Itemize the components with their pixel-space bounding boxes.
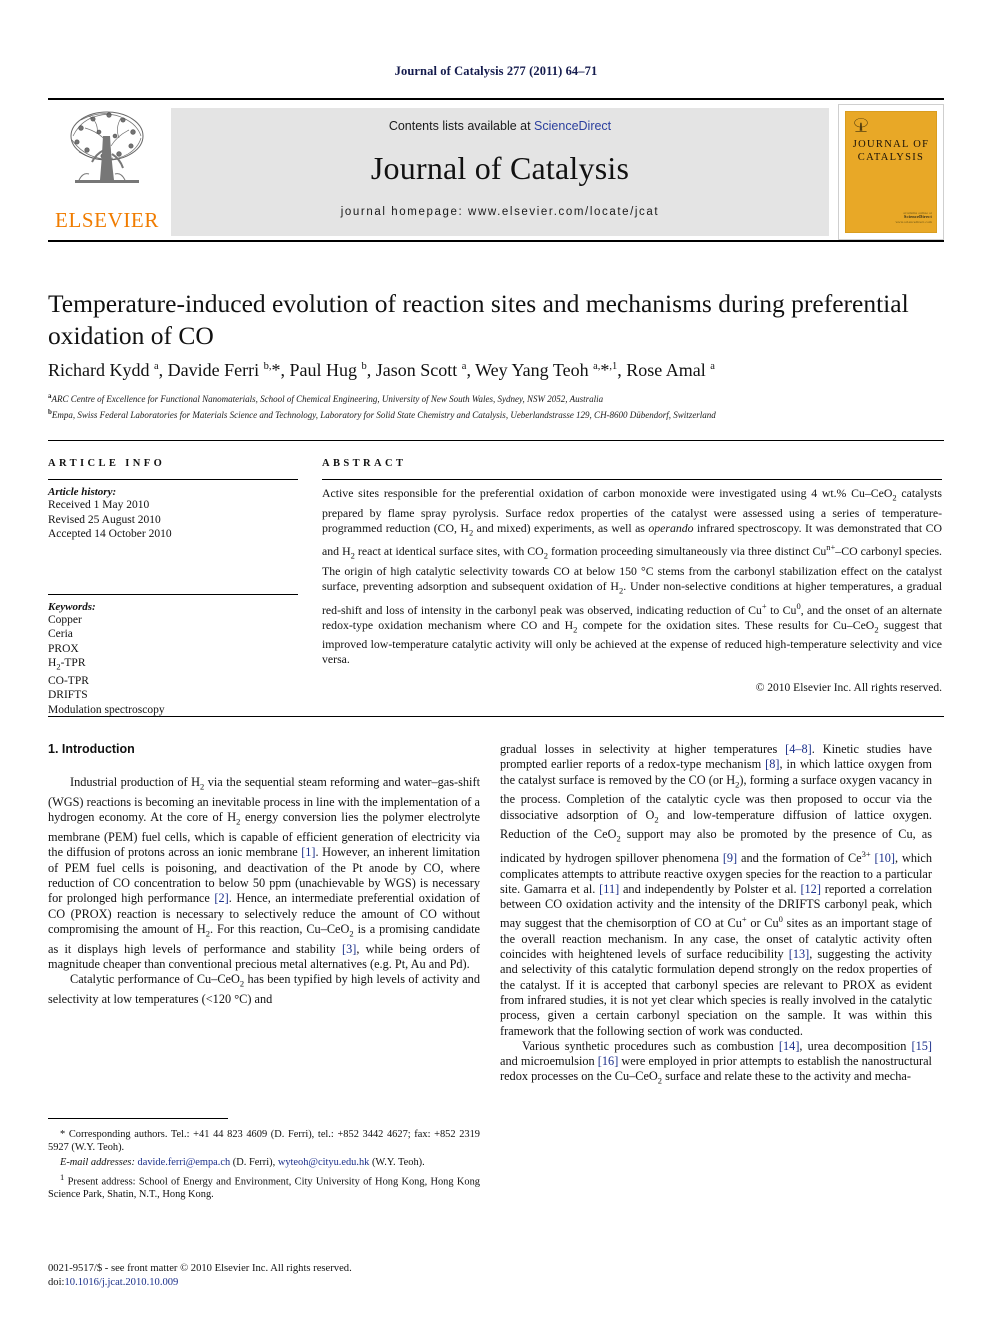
keyword-item: DRIFTS bbox=[48, 689, 88, 702]
author-list: Richard Kydd a, Davide Ferri b,*, Paul H… bbox=[48, 360, 715, 380]
footnote-separator bbox=[48, 1118, 228, 1119]
journal-title: Journal of Catalysis bbox=[370, 150, 630, 186]
article-info-heading: ARTICLE INFO bbox=[48, 458, 166, 469]
journal-homepage-link[interactable]: journal homepage: www.elsevier.com/locat… bbox=[171, 206, 829, 218]
abstract-copyright: © 2010 Elsevier Inc. All rights reserved… bbox=[755, 681, 942, 694]
keywords-list: Copper Ceria PROX H2-TPR CO-TPR DRIFTS M… bbox=[48, 613, 298, 718]
masthead-bottom-rule bbox=[48, 240, 944, 242]
issn-line: 0021-9517/$ - see front matter © 2010 El… bbox=[48, 1263, 352, 1274]
email-addresses-note: E-mail addresses: davide.ferri@empa.ch (… bbox=[60, 1157, 425, 1168]
cover-title: JOURNAL OF CATALYSIS bbox=[846, 138, 936, 164]
journal-masthead: ELSEVIER Contents lists available at Sci… bbox=[48, 98, 944, 240]
keyword-item: Ceria bbox=[48, 628, 73, 640]
affiliation-b-text: Empa, Swiss Federal Laboratories for Mat… bbox=[51, 410, 716, 420]
cover-footer-brand: ScienceDirect bbox=[903, 214, 932, 220]
body-column-left: 1. Introduction Industrial production of… bbox=[48, 742, 480, 1007]
affiliation-a-text: ARC Centre of Excellence for Functional … bbox=[51, 394, 604, 404]
keyword-item: Copper bbox=[48, 613, 82, 626]
elsevier-wordmark: ELSEVIER bbox=[55, 208, 159, 232]
cover-elsevier-tree-icon bbox=[854, 118, 868, 132]
doi-link[interactable]: 10.1016/j.jcat.2010.10.009 bbox=[64, 1277, 178, 1288]
body-paragraph: Industrial production of H2 via the sequ… bbox=[48, 775, 481, 971]
body-paragraph: Catalytic performance of Cu–CeO2 has bee… bbox=[48, 972, 480, 1006]
contents-available-line: Contents lists available at ScienceDirec… bbox=[171, 108, 829, 133]
keyword-item: CO-TPR bbox=[48, 674, 89, 687]
keywords-label: Keywords: bbox=[48, 600, 96, 613]
journal-cover-thumbnail: JOURNAL OF CATALYSIS available online at… bbox=[838, 104, 944, 240]
cover-title-line2: CATALYSIS bbox=[857, 152, 925, 163]
cover-title-line1: JOURNAL OF bbox=[852, 139, 930, 150]
article-history-label: Article history: bbox=[48, 486, 117, 498]
doi-prefix: doi: bbox=[48, 1276, 65, 1288]
keyword-item: H2-TPR bbox=[48, 657, 86, 672]
history-item: Accepted 14 October 2010 bbox=[48, 528, 172, 540]
abstract-column: ABSTRACT Active sites responsible for th… bbox=[322, 458, 942, 694]
keywords-rule bbox=[48, 593, 298, 595]
history-item: Revised 25 August 2010 bbox=[48, 513, 161, 526]
keyword-item: PROX bbox=[48, 642, 79, 655]
affiliation-a: aARC Centre of Excellence for Functional… bbox=[48, 392, 604, 404]
elsevier-tree-icon bbox=[70, 111, 144, 183]
article-history-list: Received 1 May 2010 Revised 25 August 20… bbox=[48, 498, 298, 542]
article-info-column: ARTICLE INFO Article history: Received 1… bbox=[48, 458, 298, 717]
body-paragraph: Various synthetic procedures such as com… bbox=[500, 1038, 932, 1086]
running-head: Journal of Catalysis 277 (2011) 64–71 bbox=[394, 64, 598, 78]
cover-artwork: JOURNAL OF CATALYSIS available online at… bbox=[845, 111, 937, 233]
page-title: Temperature-induced evolution of reactio… bbox=[48, 289, 909, 350]
affiliations: aARC Centre of Excellence for Functional… bbox=[48, 390, 944, 422]
affiliation-b: bEmpa, Swiss Federal Laboratories for Ma… bbox=[48, 408, 716, 420]
contents-prefix-text: Contents lists available at bbox=[388, 119, 535, 133]
article-info-rule bbox=[48, 479, 298, 480]
cover-footer-url: www.sciencedirect.com bbox=[895, 219, 932, 224]
abstract-rule bbox=[322, 479, 942, 480]
doi-line: doi:10.1016/j.jcat.2010.10.009 bbox=[48, 1276, 508, 1290]
sciencedirect-link[interactable]: ScienceDirect bbox=[534, 119, 611, 133]
footnote-block: * Corresponding authors. Tel.: +41 44 82… bbox=[48, 1128, 480, 1203]
elsevier-logo: ELSEVIER bbox=[48, 106, 166, 238]
cover-footer: available online at ScienceDirect www.sc… bbox=[846, 211, 932, 224]
present-address-note: 1 Present address: School of Energy and … bbox=[48, 1172, 480, 1201]
abstract-block-top-rule bbox=[48, 440, 944, 441]
contents-panel: Contents lists available at ScienceDirec… bbox=[171, 108, 829, 236]
imprint-block: 0021-9517/$ - see front matter © 2010 El… bbox=[48, 1262, 508, 1289]
body-paragraph: gradual losses in selectivity at higher … bbox=[500, 742, 933, 1038]
abstract-heading: ABSTRACT bbox=[322, 458, 407, 469]
history-item: Received 1 May 2010 bbox=[48, 499, 150, 511]
journal-article-page: Journal of Catalysis 277 (2011) 64–71 EL… bbox=[0, 0, 992, 1323]
body-column-right: gradual losses in selectivity at higher … bbox=[500, 742, 932, 1089]
section-heading-introduction: 1. Introduction bbox=[48, 742, 135, 756]
corresponding-author-note: * Corresponding authors. Tel.: +41 44 82… bbox=[48, 1129, 480, 1153]
abstract-block-bottom-rule bbox=[48, 716, 944, 717]
abstract-text: Active sites responsible for the prefere… bbox=[322, 486, 943, 667]
